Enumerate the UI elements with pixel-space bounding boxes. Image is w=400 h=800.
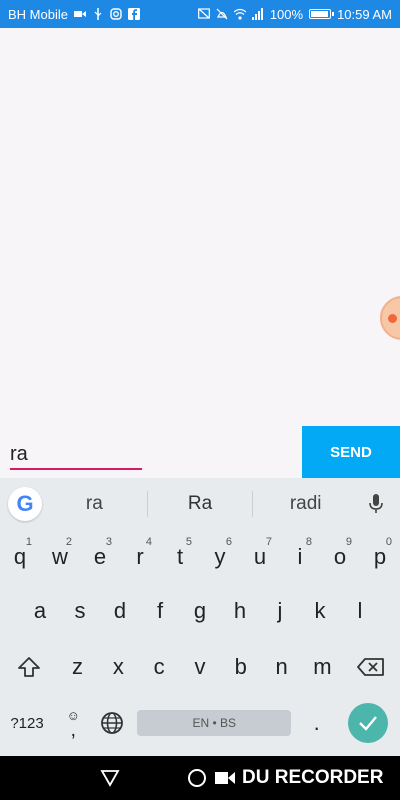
cast-icon [197, 8, 210, 19]
key-u[interactable]: u7 [240, 534, 280, 580]
comma-emoji-key[interactable]: ☺ , [54, 700, 93, 746]
key-p[interactable]: p0 [360, 534, 400, 580]
battery-percent: 100% [269, 6, 304, 22]
shift-icon [17, 657, 40, 677]
key-m[interactable]: m [302, 644, 343, 690]
key-g[interactable]: g [180, 588, 220, 634]
key-k[interactable]: k [300, 588, 340, 634]
key-q[interactable]: q1 [0, 534, 40, 580]
spacebar[interactable]: EN • BS [137, 710, 292, 736]
key-y[interactable]: y6 [200, 534, 240, 580]
key-b[interactable]: b [220, 644, 261, 690]
key-row-4: ?123 ☺ , EN • BS . [0, 700, 400, 746]
clock: 10:59 AM [337, 6, 392, 22]
suggestion-2[interactable]: Ra [148, 493, 253, 515]
key-row-2: a s d f g h j k l [0, 588, 400, 634]
microphone-icon[interactable] [358, 487, 394, 521]
comma-label: , [70, 718, 77, 741]
back-icon[interactable] [100, 769, 120, 787]
floating-recorder-bubble[interactable] [380, 296, 400, 340]
key-d[interactable]: d [100, 588, 140, 634]
navigation-bar: DU RECORDER [0, 756, 400, 800]
key-e[interactable]: e3 [80, 534, 120, 580]
key-n[interactable]: n [261, 644, 302, 690]
shift-key[interactable] [0, 644, 57, 690]
status-right: 100% 10:59 AM [197, 6, 392, 22]
key-s[interactable]: s [60, 588, 100, 634]
key-j[interactable]: j [260, 588, 300, 634]
key-row-3: z x c v b n m [0, 644, 400, 690]
globe-icon [100, 712, 123, 734]
key-i[interactable]: i8 [280, 534, 320, 580]
instagram-icon [110, 8, 122, 20]
soft-keyboard: G ra Ra radi q1 w2 e3 r4 t5 y6 u7 i8 o9 … [0, 478, 400, 756]
wifi-icon [233, 8, 246, 20]
recorder-label: DU RECORDER [242, 767, 384, 788]
key-v[interactable]: v [180, 644, 221, 690]
google-icon[interactable]: G [8, 487, 42, 521]
usb-icon [94, 8, 102, 20]
status-bar: BH Mobile 100% 10:59 AM [0, 0, 400, 28]
battery-icon [309, 9, 335, 19]
symbols-key[interactable]: ?123 [0, 700, 54, 746]
key-h[interactable]: h [220, 588, 260, 634]
message-composer: SEND [0, 426, 400, 478]
backspace-key[interactable] [343, 644, 400, 690]
key-t[interactable]: t5 [160, 534, 200, 580]
suggestion-3[interactable]: radi [253, 493, 358, 515]
chat-area [0, 28, 400, 478]
carrier-label: BH Mobile [8, 6, 68, 22]
status-left: BH Mobile [8, 7, 140, 22]
recorder-watermark: DU RECORDER [214, 767, 383, 789]
key-c[interactable]: c [139, 644, 180, 690]
checkmark-icon [359, 716, 377, 731]
key-l[interactable]: l [340, 588, 380, 634]
mute-icon [216, 8, 228, 20]
enter-key[interactable] [348, 703, 389, 743]
send-button[interactable]: SEND [302, 426, 400, 478]
key-z[interactable]: z [57, 644, 98, 690]
backspace-icon [357, 658, 385, 676]
home-icon[interactable] [188, 769, 206, 787]
message-input[interactable] [10, 440, 142, 470]
language-key[interactable] [93, 700, 132, 746]
key-x[interactable]: x [98, 644, 139, 690]
battery-level [311, 11, 329, 17]
key-r[interactable]: r4 [120, 534, 160, 580]
video-icon [73, 11, 86, 17]
key-w[interactable]: w2 [40, 534, 80, 580]
key-f[interactable]: f [140, 588, 180, 634]
suggestion-1[interactable]: ra [42, 493, 147, 515]
key-row-1: q1 w2 e3 r4 t5 y6 u7 i8 o9 p0 [0, 534, 400, 580]
camera-icon [215, 772, 235, 784]
key-o[interactable]: o9 [320, 534, 360, 580]
facebook-icon [127, 8, 140, 20]
key-a[interactable]: a [20, 588, 60, 634]
suggestion-bar: G ra Ra radi [0, 478, 400, 530]
period-key[interactable]: . [297, 700, 336, 746]
signal-icon [251, 8, 263, 20]
